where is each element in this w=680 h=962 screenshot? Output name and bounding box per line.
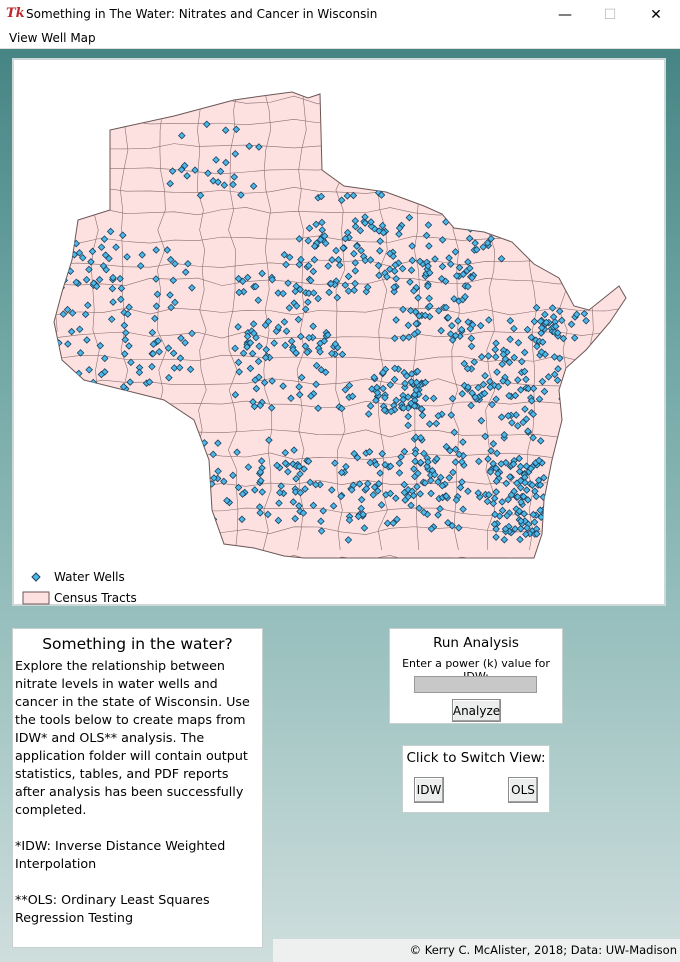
- switch-view-panel: Click to Switch View: IDW OLS: [402, 745, 550, 813]
- map-legend: Water Wells Census Tracts: [22, 566, 137, 608]
- window-title: Something in The Water: Nitrates and Can…: [26, 7, 378, 21]
- water-well-marker: [55, 278, 64, 287]
- census-tract-legend-icon: [22, 591, 50, 604]
- description-body: Explore the relationship between nitrate…: [15, 658, 254, 817]
- close-button[interactable]: ✕: [633, 2, 679, 28]
- legend-census-tracts: Census Tracts: [54, 590, 137, 605]
- switch-view-title: Click to Switch View:: [406, 750, 546, 766]
- water-well-marker: [54, 380, 60, 389]
- idw-footnote: *IDW: Inverse Distance Weighted Interpol…: [15, 838, 230, 871]
- water-well-marker: [56, 361, 64, 369]
- maximize-button[interactable]: ☐: [587, 2, 633, 28]
- minimize-button[interactable]: —: [542, 2, 588, 28]
- description-panel: Something in the water? Explore the rela…: [12, 628, 263, 948]
- water-well-legend-icon: [31, 571, 41, 582]
- idw-view-button[interactable]: IDW: [414, 777, 444, 803]
- menu-view-well-map[interactable]: View Well Map: [9, 31, 96, 45]
- water-well-marker: [462, 217, 471, 225]
- water-well-marker: [60, 270, 68, 278]
- ols-footnote: **OLS: Ordinary Least Squares Regression…: [15, 892, 214, 925]
- water-well-marker: [61, 249, 69, 258]
- run-analysis-title: Run Analysis: [433, 635, 519, 651]
- water-well-marker: [62, 255, 71, 264]
- analyze-button[interactable]: Analyze: [452, 699, 501, 722]
- tk-app-icon: Tk: [6, 6, 25, 21]
- water-well-marker: [57, 374, 65, 383]
- ols-view-button[interactable]: OLS: [508, 777, 538, 803]
- water-well-marker: [64, 252, 72, 261]
- well-map-canvas[interactable]: Water Wells Census Tracts: [12, 58, 666, 606]
- water-well-marker: [71, 382, 80, 391]
- water-well-marker: [202, 505, 211, 513]
- legend-water-wells: Water Wells: [54, 569, 125, 584]
- title-bar[interactable]: Tk Something in The Water: Nitrates and …: [0, 0, 680, 30]
- water-well-marker: [459, 217, 468, 225]
- wisconsin-map: [53, 91, 627, 559]
- description-title: Something in the water?: [42, 635, 233, 653]
- run-analysis-panel: Run Analysis Enter a power (k) value for…: [389, 628, 563, 724]
- water-well-marker: [55, 264, 64, 273]
- footer-credit: © Kerry C. McAlister, 2018; Data: UW-Mad…: [273, 939, 680, 962]
- menu-bar: View Well Map: [0, 30, 680, 49]
- power-value-input[interactable]: [414, 676, 537, 693]
